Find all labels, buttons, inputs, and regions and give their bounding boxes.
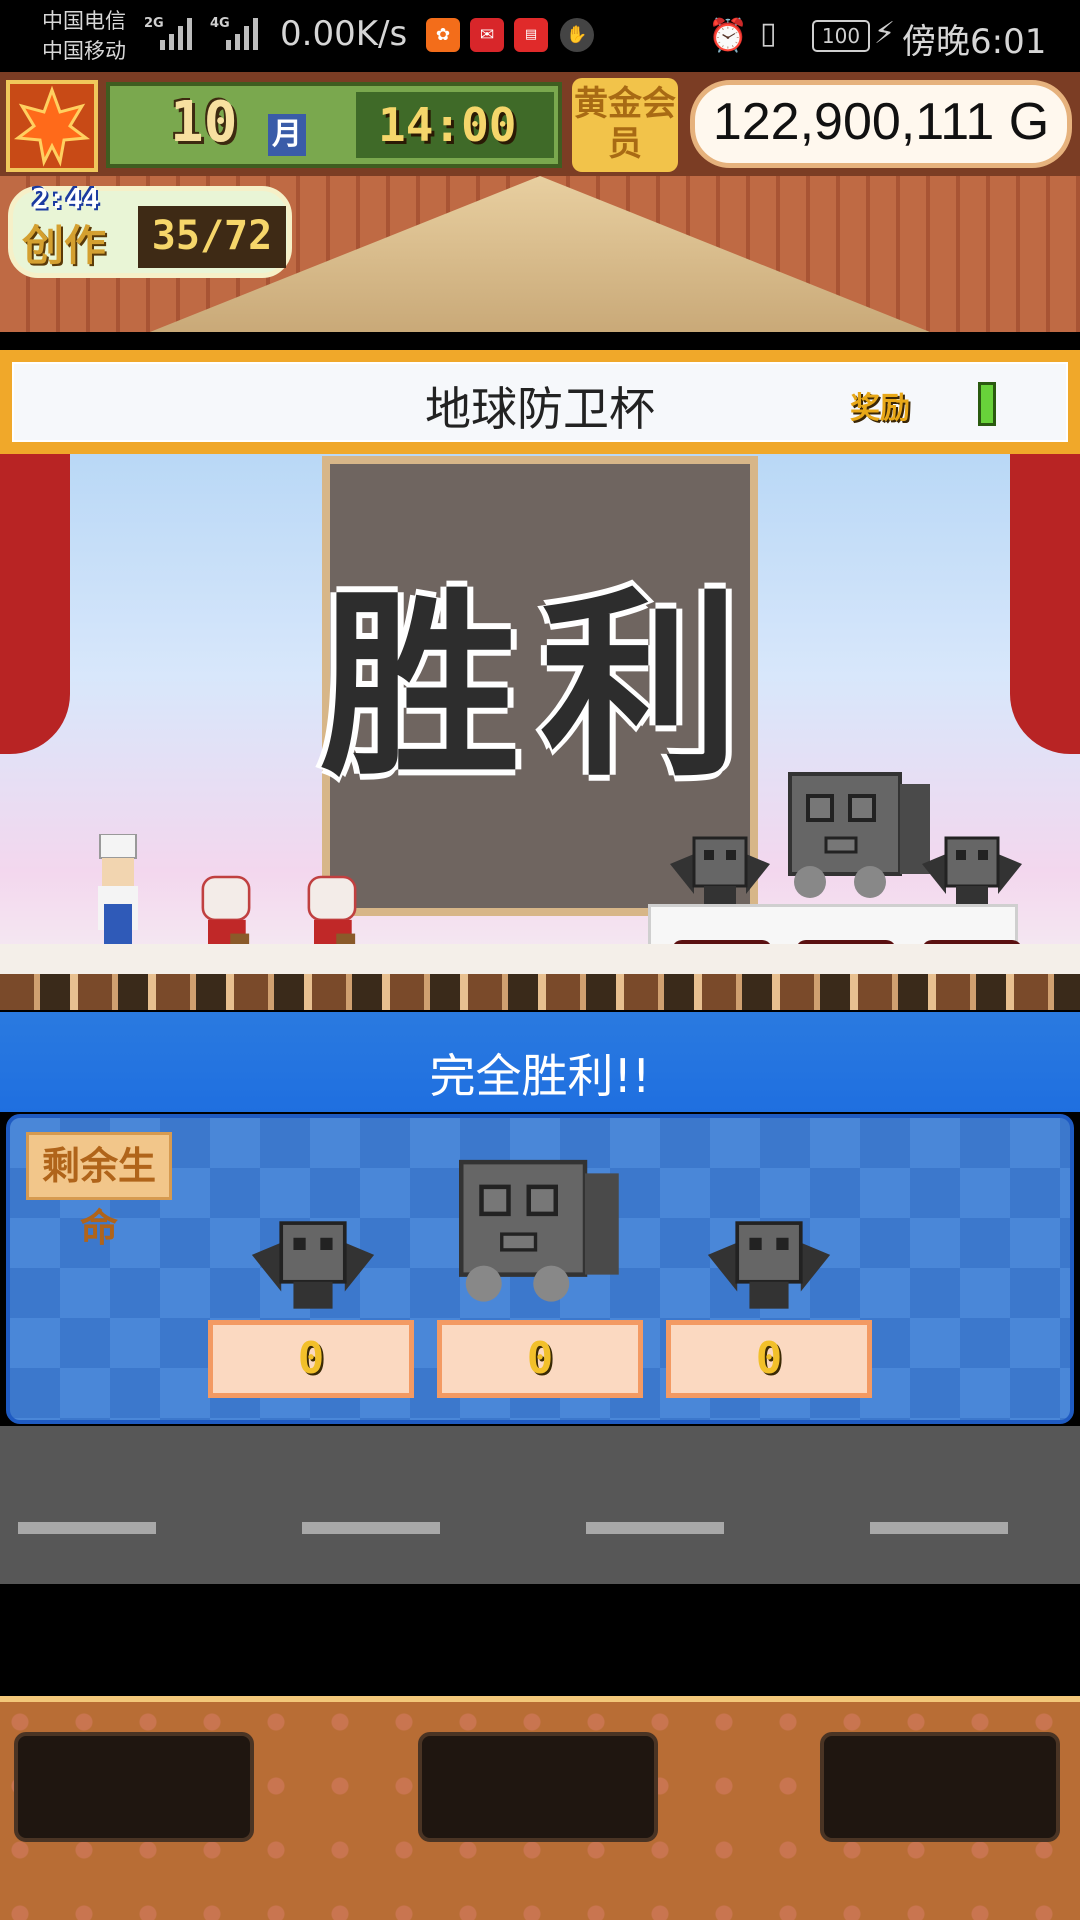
toutiao-icon: ▤: [514, 18, 548, 52]
signal-icon: [160, 16, 192, 50]
game-hud: 10 月 14:00 黄金会员 122,900,111 G: [0, 72, 1080, 176]
vibrate-icon: ▯: [760, 16, 777, 51]
network-speed: 0.00K/s: [280, 14, 408, 54]
carrier-label: 中国电信: [42, 9, 126, 33]
remaining-hp-value: 0: [297, 1333, 325, 1384]
devil-enemy-portrait: [707, 1221, 831, 1309]
create-count: 35/72: [138, 206, 286, 268]
maple-leaf-icon[interactable]: [6, 80, 98, 172]
lane-marking: [18, 1522, 156, 1534]
alarm-icon: ⏰: [708, 16, 748, 54]
battery-icon: 100: [812, 20, 870, 52]
devil-enemy: [922, 836, 1022, 908]
lane-marking: [586, 1522, 724, 1534]
devil-enemy-portrait: [251, 1221, 375, 1309]
road: [0, 1426, 1080, 1584]
mail-icon: ✉: [470, 18, 504, 52]
money-amount: 122,900,111 G: [712, 93, 1050, 151]
month-number: 10: [170, 90, 238, 155]
hand-icon: ✋: [560, 18, 594, 52]
lane-marking: [870, 1522, 1008, 1534]
signal-icon: [226, 16, 258, 50]
gold-member-badge[interactable]: 黄金会员: [572, 78, 678, 172]
battle-arena: 胜利 HP HP HP: [0, 454, 1080, 1010]
tournament-title: 地球防卫杯: [425, 382, 655, 436]
status-clock: 傍晚6:01: [902, 22, 1047, 62]
create-timer: 2:44: [32, 182, 100, 215]
date-panel: 10 月 14:00: [106, 82, 562, 168]
lane-marking: [302, 1522, 440, 1534]
boss-enemy: [788, 772, 930, 898]
remaining-hp-value: 0: [526, 1333, 554, 1384]
charging-icon: ⚡: [874, 16, 896, 51]
remaining-hp-value: 0: [755, 1333, 783, 1384]
carrier-label: 中国移动: [42, 39, 126, 63]
reward-gauge: [978, 382, 996, 426]
status-bar: 中国电信 中国移动 2G 4G 0.00K/s ✿ ✉ ▤ ✋ ⏰ ▯ 100 …: [0, 0, 1080, 72]
month-unit: 月: [268, 114, 306, 156]
audience-crowd: [0, 974, 1080, 1010]
reward-label: 奖励: [850, 391, 910, 426]
taobao-icon: ✿: [426, 18, 460, 52]
menu-button-center[interactable]: [418, 1732, 658, 1842]
boss-enemy-portrait: [459, 1159, 619, 1302]
menu-button-right[interactable]: [820, 1732, 1060, 1842]
menu-button-left[interactable]: [14, 1732, 254, 1842]
devil-enemy: [670, 836, 770, 908]
create-label: 创作: [22, 221, 107, 270]
remaining-life-label: 剩余生命: [26, 1132, 172, 1250]
result-title: 完全胜利!!: [429, 1049, 651, 1103]
game-time: 14:00: [378, 98, 517, 152]
